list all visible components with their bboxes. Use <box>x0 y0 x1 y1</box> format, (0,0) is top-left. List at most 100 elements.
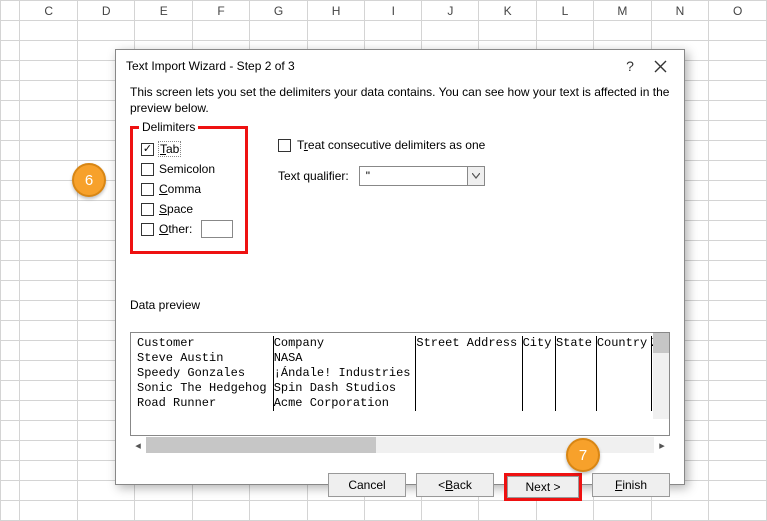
scrollbar-thumb[interactable] <box>653 333 669 353</box>
cell[interactable] <box>709 381 767 401</box>
cell[interactable] <box>20 221 78 241</box>
finish-button[interactable]: Finish <box>592 473 670 497</box>
delimiter-checkbox-space[interactable] <box>141 203 154 216</box>
chevron-down-icon[interactable] <box>467 166 485 186</box>
cell[interactable] <box>20 401 78 421</box>
cell[interactable] <box>20 341 78 361</box>
cell[interactable] <box>20 361 78 381</box>
cell[interactable] <box>651 21 709 41</box>
text-qualifier-select[interactable] <box>359 166 485 186</box>
cell[interactable] <box>536 21 593 41</box>
delimiter-checkbox-comma[interactable] <box>141 183 154 196</box>
cancel-button[interactable]: Cancel <box>328 473 406 497</box>
cell[interactable] <box>307 21 365 41</box>
cell[interactable] <box>20 281 78 301</box>
cell[interactable] <box>709 361 767 381</box>
cell[interactable] <box>709 121 767 141</box>
cell[interactable] <box>192 21 249 41</box>
cell[interactable] <box>20 81 78 101</box>
delimiter-checkbox-semicolon[interactable] <box>141 163 154 176</box>
cell[interactable] <box>709 481 767 501</box>
text-qualifier-input[interactable] <box>359 166 467 186</box>
cell[interactable] <box>20 241 78 261</box>
scroll-right-arrow-icon[interactable]: ▸ <box>654 437 670 453</box>
cell[interactable] <box>77 21 135 41</box>
column-header[interactable]: K <box>479 1 536 21</box>
close-button[interactable] <box>654 60 674 73</box>
cell[interactable] <box>709 281 767 301</box>
preview-cell: Acme Corporation <box>273 396 416 411</box>
cell[interactable] <box>20 121 78 141</box>
column-header[interactable]: C <box>20 1 78 21</box>
cell[interactable] <box>20 41 78 61</box>
cell[interactable] <box>709 501 767 521</box>
column-header[interactable]: D <box>77 1 135 21</box>
scroll-left-arrow-icon[interactable]: ◂ <box>130 437 146 453</box>
cell[interactable] <box>709 461 767 481</box>
cell[interactable] <box>20 381 78 401</box>
cell[interactable] <box>709 81 767 101</box>
cell[interactable] <box>709 421 767 441</box>
column-header[interactable]: L <box>536 1 593 21</box>
back-button[interactable]: < Back <box>416 473 494 497</box>
cell[interactable] <box>709 181 767 201</box>
help-button[interactable]: ? <box>620 58 640 74</box>
cell[interactable] <box>20 101 78 121</box>
cell[interactable] <box>20 161 78 181</box>
cell[interactable] <box>20 441 78 461</box>
cell[interactable] <box>20 321 78 341</box>
cell[interactable] <box>709 301 767 321</box>
cell[interactable] <box>20 481 78 501</box>
cell[interactable] <box>709 21 767 41</box>
cell[interactable] <box>594 21 652 41</box>
preview-cell <box>522 351 555 366</box>
cell[interactable] <box>135 21 192 41</box>
other-delimiter-input[interactable] <box>201 220 233 238</box>
cell[interactable] <box>709 41 767 61</box>
cell[interactable] <box>709 241 767 261</box>
cell[interactable] <box>709 441 767 461</box>
column-header[interactable]: N <box>651 1 709 21</box>
preview-cell: Speedy Gonzales <box>137 366 273 381</box>
cell[interactable] <box>709 61 767 81</box>
cell[interactable] <box>20 501 78 521</box>
cell[interactable] <box>709 261 767 281</box>
cell[interactable] <box>709 201 767 221</box>
cell[interactable] <box>709 401 767 421</box>
cell[interactable] <box>20 181 78 201</box>
cell[interactable] <box>709 321 767 341</box>
cell[interactable] <box>20 21 78 41</box>
cell[interactable] <box>422 21 479 41</box>
delimiter-label: Other: <box>159 222 192 236</box>
scrollbar-thumb[interactable] <box>146 437 376 453</box>
cell[interactable] <box>20 301 78 321</box>
column-header[interactable]: M <box>594 1 652 21</box>
next-button[interactable]: Next > <box>507 476 579 498</box>
cell[interactable] <box>20 461 78 481</box>
cell[interactable] <box>709 221 767 241</box>
cell[interactable] <box>250 21 308 41</box>
column-header[interactable]: I <box>365 1 422 21</box>
cell[interactable] <box>709 341 767 361</box>
column-header[interactable]: E <box>135 1 192 21</box>
column-header[interactable]: H <box>307 1 365 21</box>
cell[interactable] <box>20 201 78 221</box>
cell[interactable] <box>20 261 78 281</box>
cell[interactable] <box>20 421 78 441</box>
preview-vertical-scrollbar[interactable] <box>653 333 669 419</box>
cell[interactable] <box>709 101 767 121</box>
treat-consecutive-checkbox[interactable] <box>278 139 291 152</box>
text-qualifier-label: Text qualifier: <box>278 169 349 183</box>
cell[interactable] <box>20 61 78 81</box>
cell[interactable] <box>479 21 536 41</box>
column-header[interactable]: F <box>192 1 249 21</box>
column-header[interactable]: J <box>422 1 479 21</box>
cell[interactable] <box>365 21 422 41</box>
delimiter-checkbox-tab[interactable] <box>141 143 154 156</box>
cell[interactable] <box>709 161 767 181</box>
column-header[interactable]: O <box>709 1 767 21</box>
cell[interactable] <box>709 141 767 161</box>
cell[interactable] <box>20 141 78 161</box>
delimiter-checkbox-other[interactable] <box>141 223 154 236</box>
column-header[interactable]: G <box>250 1 308 21</box>
